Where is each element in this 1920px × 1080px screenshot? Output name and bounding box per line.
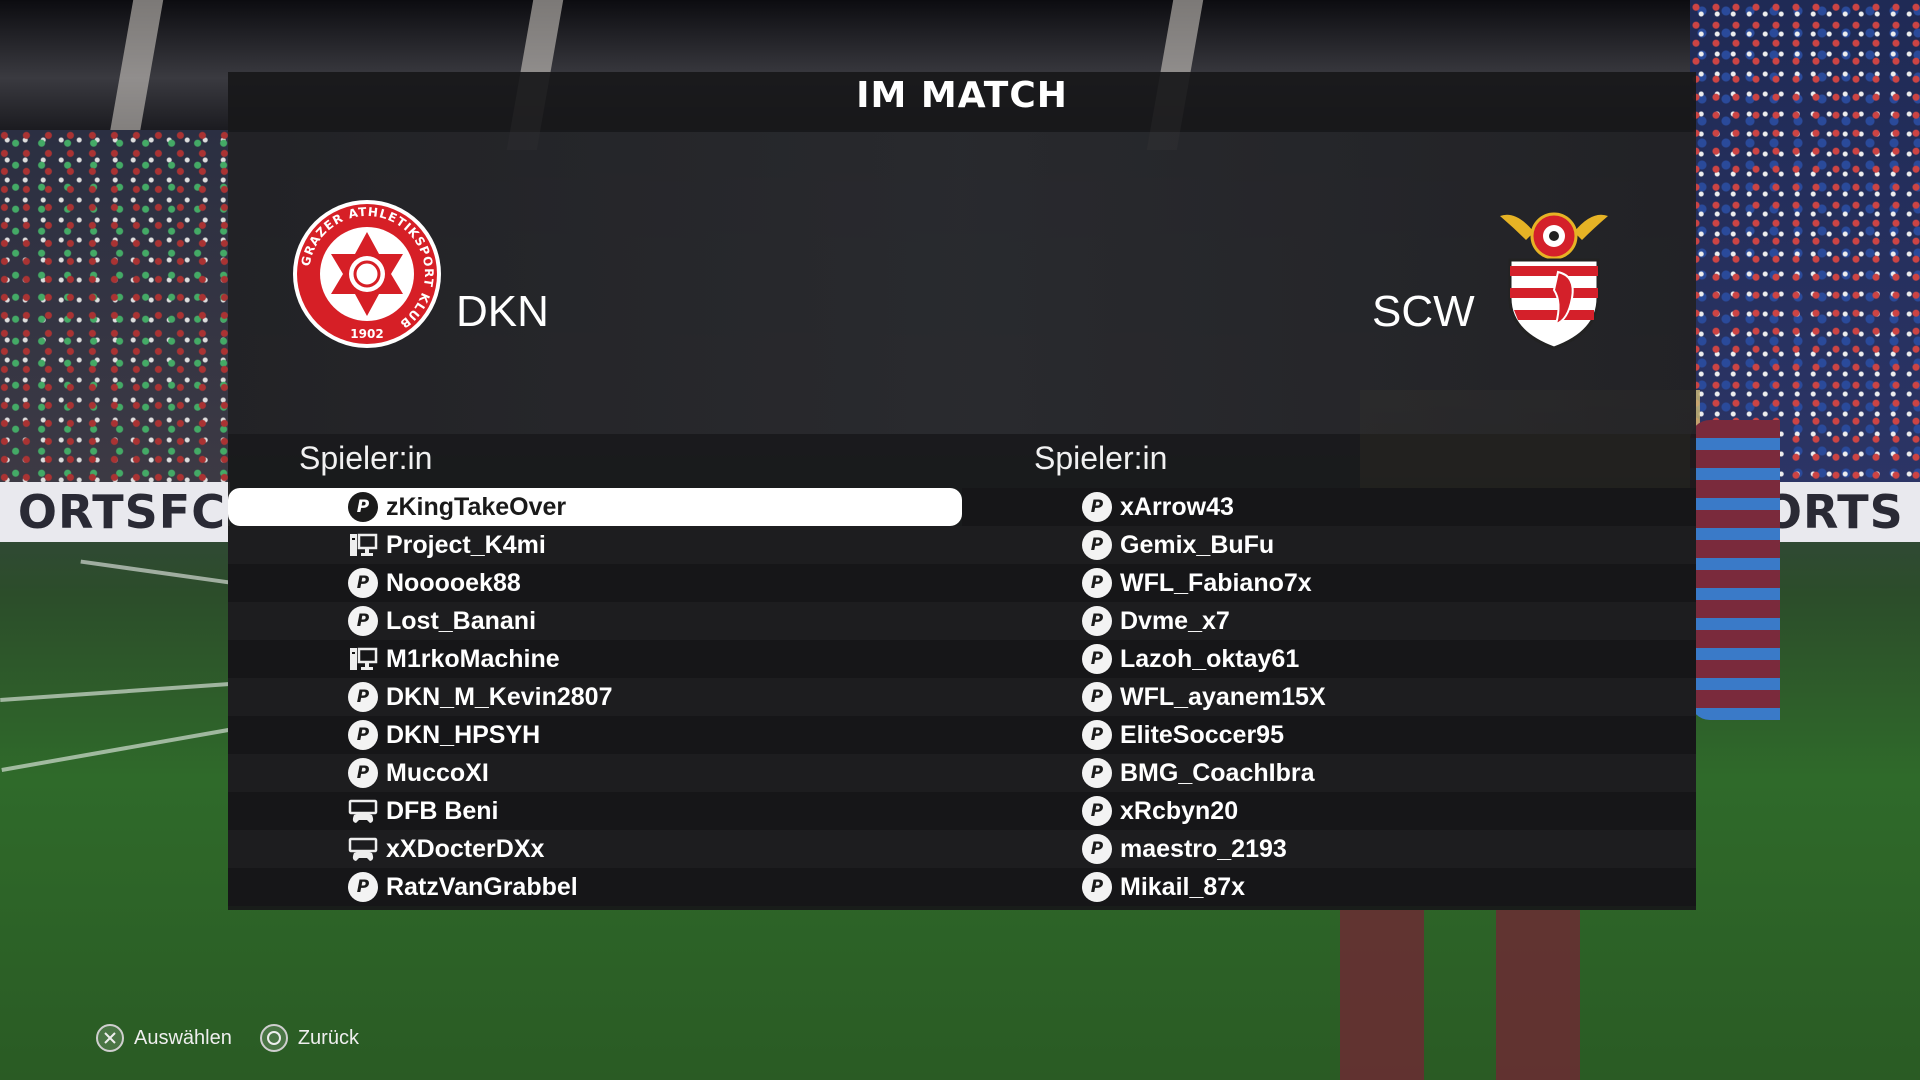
home-player-row[interactable]: P Nooooek88 xyxy=(228,564,962,602)
pc-icon xyxy=(348,530,378,560)
player-name: Gemix_BuFu xyxy=(1120,531,1275,559)
playstation-icon: P xyxy=(348,758,378,788)
playstation-icon: P xyxy=(348,720,378,750)
home-player-row[interactable]: P RatzVanGrabbel xyxy=(228,868,962,906)
home-player-list: P zKingTakeOver Project_K4mi P Nooooek88… xyxy=(228,488,962,906)
home-player-row[interactable]: P MuccoXI xyxy=(228,754,962,792)
away-player-row[interactable]: P WFL_ayanem15X xyxy=(962,678,1696,716)
playstation-icon: P xyxy=(1082,758,1112,788)
home-player-row[interactable]: M1rkoMachine xyxy=(228,640,962,678)
pitch-line xyxy=(0,681,230,703)
xbox-console-icon xyxy=(348,834,378,864)
playstation-icon: P xyxy=(1082,568,1112,598)
playstation-icon: P xyxy=(348,872,378,902)
xbox-console-icon xyxy=(348,796,378,826)
home-player-row[interactable]: P zKingTakeOver xyxy=(228,488,962,526)
away-player-row[interactable]: P Gemix_BuFu xyxy=(962,526,1696,564)
away-player-row[interactable]: P Mikail_87x xyxy=(962,868,1696,906)
away-column-header: Spieler:in xyxy=(1034,440,1168,476)
in-match-panel: IM MATCH GRAZER ATHLETIKSPORT KLUB 1902 … xyxy=(228,72,1696,910)
playstation-icon: P xyxy=(1082,720,1112,750)
back-hint[interactable]: Zurück xyxy=(259,1024,359,1052)
playstation-icon: P xyxy=(1082,530,1112,560)
home-column-header: Spieler:in xyxy=(299,440,433,476)
crowd-left xyxy=(0,130,230,490)
playstation-icon: P xyxy=(348,568,378,598)
pc-icon xyxy=(348,644,378,674)
player-name: maestro_2193 xyxy=(1120,835,1287,863)
playstation-icon: P xyxy=(1082,834,1112,864)
player-name: DKN_M_Kevin2807 xyxy=(386,683,613,711)
player-name: Lost_Banani xyxy=(386,607,537,635)
playstation-icon: P xyxy=(1082,644,1112,674)
player-name: Project_K4mi xyxy=(386,531,546,559)
player-name: MuccoXI xyxy=(386,759,489,787)
player-name: WFL_ayanem15X xyxy=(1120,683,1326,711)
player-name: Mikail_87x xyxy=(1120,873,1246,901)
away-player-list: PxArrow43 P Gemix_BuFu P WFL_Fabiano7x P Dv… xyxy=(962,488,1696,906)
player-name: Dvme_x7 xyxy=(1120,607,1230,635)
page-title: IM MATCH xyxy=(856,75,1068,116)
player-name: EliteSoccer95 xyxy=(1120,721,1284,749)
playstation-icon: P xyxy=(1082,606,1112,636)
playstation-icon: P xyxy=(1082,682,1112,712)
away-player-row[interactable]: P BMG_CoachIbra xyxy=(962,754,1696,792)
home-player-row[interactable]: P DKN_M_Kevin2807 xyxy=(228,678,962,716)
away-team-abbr: SCW xyxy=(1372,287,1475,336)
crest-year: 1902 xyxy=(350,327,383,341)
playstation-icon: P xyxy=(1082,796,1112,826)
home-player-row[interactable]: P Lost_Banani xyxy=(228,602,962,640)
player-name: xXDocterDXx xyxy=(386,835,545,863)
away-player-row[interactable]: PxArrow43 xyxy=(962,488,1696,526)
back-label: Zurück xyxy=(297,1026,359,1049)
playstation-icon: P xyxy=(348,682,378,712)
player-name: zKingTakeOver xyxy=(386,493,567,521)
player-name: DKN_HPSYH xyxy=(386,721,541,749)
player-name: Lazoh_oktay61 xyxy=(1120,645,1300,673)
pitch-line xyxy=(80,559,230,585)
background-player-shirt xyxy=(1690,420,1780,720)
away-player-row[interactable]: P WFL_Fabiano7x xyxy=(962,564,1696,602)
player-name: xArrow43 xyxy=(1120,493,1234,521)
away-player-row[interactable]: P Dvme_x7 xyxy=(962,602,1696,640)
pitch-line xyxy=(1,728,229,772)
player-name: M1rkoMachine xyxy=(386,645,560,673)
select-hint[interactable]: Auswählen xyxy=(96,1024,232,1052)
home-team-abbr: DKN xyxy=(456,287,549,336)
ad-board-left: ORTSFC xyxy=(0,482,230,542)
select-label: Auswählen xyxy=(134,1026,232,1049)
button-hints: Auswählen Zurück xyxy=(96,1020,359,1056)
playstation-icon: P xyxy=(348,606,378,636)
home-player-row[interactable]: P DKN_HPSYH xyxy=(228,716,962,754)
playstation-icon: P xyxy=(1082,492,1112,522)
cross-button-icon xyxy=(96,1024,124,1052)
circle-button-icon xyxy=(259,1024,288,1052)
away-player-row[interactable]: Pmaestro_2193 xyxy=(962,830,1696,868)
home-player-row[interactable]: DFB Beni xyxy=(228,792,962,830)
home-player-row[interactable]: Project_K4mi xyxy=(228,526,962,564)
home-team-crest-icon: GRAZER ATHLETIKSPORT KLUB 1902 xyxy=(291,198,443,350)
away-player-row[interactable]: PxRcbyn20 xyxy=(962,792,1696,830)
player-name: WFL_Fabiano7x xyxy=(1120,569,1312,597)
home-player-row[interactable]: xXDocterDXx xyxy=(228,830,962,868)
away-player-row[interactable]: P EliteSoccer95 xyxy=(962,716,1696,754)
away-team-crest-icon xyxy=(1496,202,1612,352)
teams-header xyxy=(228,132,1696,434)
away-player-row[interactable]: P Lazoh_oktay61 xyxy=(962,640,1696,678)
player-name: RatzVanGrabbel xyxy=(386,873,578,901)
playstation-icon: P xyxy=(1082,872,1112,902)
player-name: xRcbyn20 xyxy=(1120,797,1239,825)
player-name: BMG_CoachIbra xyxy=(1120,759,1315,787)
player-name: DFB Beni xyxy=(386,797,499,825)
player-name: Nooooek88 xyxy=(386,569,521,597)
playstation-icon: P xyxy=(348,492,378,522)
